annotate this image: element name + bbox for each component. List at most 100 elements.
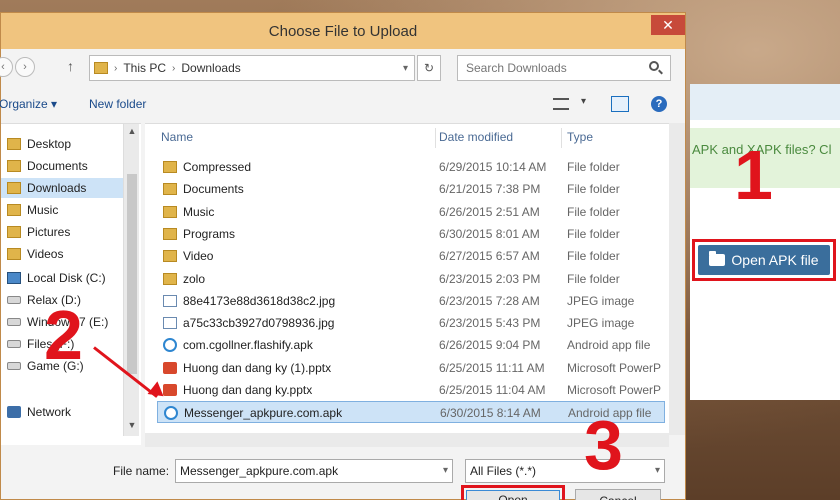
folder-icon [163,161,177,173]
file-type-cell: Microsoft PowerP [567,383,662,397]
chevron-down-icon[interactable]: ▾ [655,460,660,482]
folder-icon [7,160,21,172]
preview-pane-icon[interactable] [611,96,629,112]
network-icon [7,406,21,418]
file-row[interactable]: 88e4173e88d3618d38c2.jpg 6/23/2015 7:28 A… [157,290,665,312]
file-row[interactable]: Music 6/26/2015 2:51 AM File folder [157,201,665,223]
back-button[interactable]: ‹ [0,57,13,77]
sidebar-item[interactable]: Downloads [1,178,123,198]
file-name-cell: Programs [183,226,236,241]
sidebar-item[interactable]: Local Disk (C:) [7,268,106,288]
drive-icon [7,318,21,326]
file-date-cell: 6/25/2015 11:11 AM [439,360,545,375]
sidebar-item[interactable]: Pictures [7,222,70,242]
file-row[interactable]: Documents 6/21/2015 7:38 PM File folder [157,178,665,200]
file-type-select[interactable]: All Files (*.*) ▾ [465,459,665,483]
file-name-cell: zolo [183,271,206,286]
chevron-down-icon[interactable]: ▾ [403,63,414,74]
up-arrow-icon[interactable]: ↑ [67,58,74,74]
file-row[interactable]: Huong dan dang ky (1).pptx 6/25/2015 11:1… [157,357,665,379]
drive-icon [7,340,21,348]
file-date-cell: 6/23/2015 2:03 PM [439,271,541,286]
file-name-cell: a75c33cb3927d0798936.jpg [183,316,335,331]
file-date-cell: 6/26/2015 2:51 AM [439,204,540,219]
view-options-icon[interactable] [553,98,569,110]
cancel-button[interactable]: Cancel [575,489,661,500]
callout-number-two: 2 [44,296,83,374]
callout-number-three: 3 [584,406,623,484]
file-list: Name Date modified Type Compressed 6/29/2… [145,123,669,445]
file-name-value: Messenger_apkpure.com.apk [180,464,339,478]
drive-icon [7,296,21,304]
sidebar-item-label: Music [27,203,59,217]
scroll-down-icon[interactable]: ▼ [124,420,140,430]
sidebar-item[interactable]: Desktop [7,134,71,154]
folder-icon [163,272,177,285]
chevron-down-icon[interactable]: ▾ [581,96,586,107]
sidebar-item[interactable]: Documents [7,156,88,176]
dialog-titlebar[interactable]: Choose File to Upload ✕ [1,13,685,49]
new-folder-button[interactable]: New folder [89,97,146,111]
folder-icon [7,182,21,194]
system-drive-icon [7,272,21,284]
file-row[interactable]: zolo 6/23/2015 2:03 PM File folder [157,268,665,290]
pptx-icon [163,361,177,374]
breadcrumb-root[interactable]: This PC [123,61,166,75]
open-apk-button-highlight: Open APK file [692,239,836,281]
column-name[interactable]: Name [161,130,193,144]
file-name-cell: Compressed [183,160,252,174]
web-page-strip [690,84,840,120]
open-apk-button[interactable]: Open APK file [698,245,830,275]
column-header-row: Name Date modified Type [145,128,669,148]
chevron-right-icon: › [172,62,176,74]
sidebar-item-label: Downloads [27,181,87,195]
folder-icon [163,227,177,240]
open-button-highlight: Open [461,485,565,500]
file-row[interactable]: Programs 6/30/2015 8:01 AM File folder [157,223,665,245]
file-row[interactable]: a75c33cb3927d0798936.jpg 6/23/2015 5:43 P… [157,312,665,334]
file-name-cell: Music [183,204,215,219]
sidebar-item[interactable]: Music [7,200,58,220]
forward-button[interactable]: › [15,57,35,77]
close-button[interactable]: ✕ [651,15,685,35]
file-type-cell: File folder [567,182,620,197]
folder-open-icon [709,251,726,266]
search-icon[interactable] [649,61,659,71]
callout-number-one: 1 [734,136,773,214]
navigation-scrollbar[interactable]: ▲ ▼ [123,124,139,436]
search-input[interactable] [457,55,671,81]
file-date-cell: 6/25/2015 11:04 AM [439,383,546,397]
scroll-thumb[interactable] [127,174,137,374]
organize-menu[interactable]: Organize ▾ [0,97,57,111]
file-row[interactable]: Video 6/27/2015 6:57 AM File folder [157,245,665,267]
sidebar-item[interactable]: Network [7,402,71,422]
folder-icon [7,226,21,238]
file-date-cell: 6/23/2015 7:28 AM [439,293,540,308]
breadcrumb-current[interactable]: Downloads [181,61,240,75]
column-type[interactable]: Type [567,130,593,144]
column-date[interactable]: Date modified [439,130,513,144]
help-icon[interactable]: ? [651,96,667,112]
file-row[interactable]: Huong dan dang ky.pptx 6/25/2015 11:04 AM… [157,379,665,401]
file-type-cell: Android app file [567,338,651,353]
file-type-value: All Files (*.*) [470,464,537,478]
file-name-cell: Huong dan dang ky (1).pptx [183,360,332,375]
file-date-cell: 6/27/2015 6:57 AM [439,249,540,264]
chevron-down-icon[interactable]: ▾ [443,460,448,482]
drive-icon [7,362,21,370]
file-row[interactable]: com.cgollner.flashify.apk 6/26/2015 9:04 … [157,334,665,356]
column-divider[interactable] [435,128,436,148]
file-row[interactable]: Compressed 6/29/2015 10:14 AM File folder [157,156,665,178]
column-divider[interactable] [561,128,562,148]
sidebar-item[interactable]: Videos [7,244,63,264]
file-name-input[interactable]: Messenger_apkpure.com.apk ▾ [175,459,453,483]
address-bar[interactable]: › This PC › Downloads ▾ [89,55,415,81]
chevron-right-icon: › [114,62,118,74]
file-name-cell: 88e4173e88d3618d38c2.jpg [183,293,336,308]
file-date-cell: 6/26/2015 9:04 PM [439,338,541,353]
scroll-up-icon[interactable]: ▲ [124,126,140,136]
open-button[interactable]: Open [466,490,560,500]
file-list-scrollbar[interactable] [669,123,685,435]
file-name-cell: Messenger_apkpure.com.apk [184,406,343,421]
refresh-button[interactable]: ↻ [417,55,441,81]
